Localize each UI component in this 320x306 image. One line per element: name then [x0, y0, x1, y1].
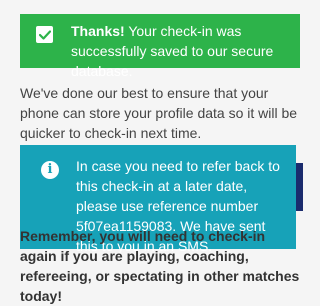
success-message-bold: Thanks! [71, 23, 125, 39]
info-icon: i [41, 161, 59, 179]
checkmark-icon [36, 26, 53, 43]
intro-text: We've done our best to ensure that your … [20, 85, 298, 141]
side-tab[interactable] [296, 163, 303, 211]
reminder-text: Remember, you will need to check-in agai… [20, 228, 300, 304]
success-message: Thanks! Your check-in was successfully s… [71, 21, 294, 81]
success-alert: Thanks! Your check-in was successfully s… [20, 14, 300, 79]
